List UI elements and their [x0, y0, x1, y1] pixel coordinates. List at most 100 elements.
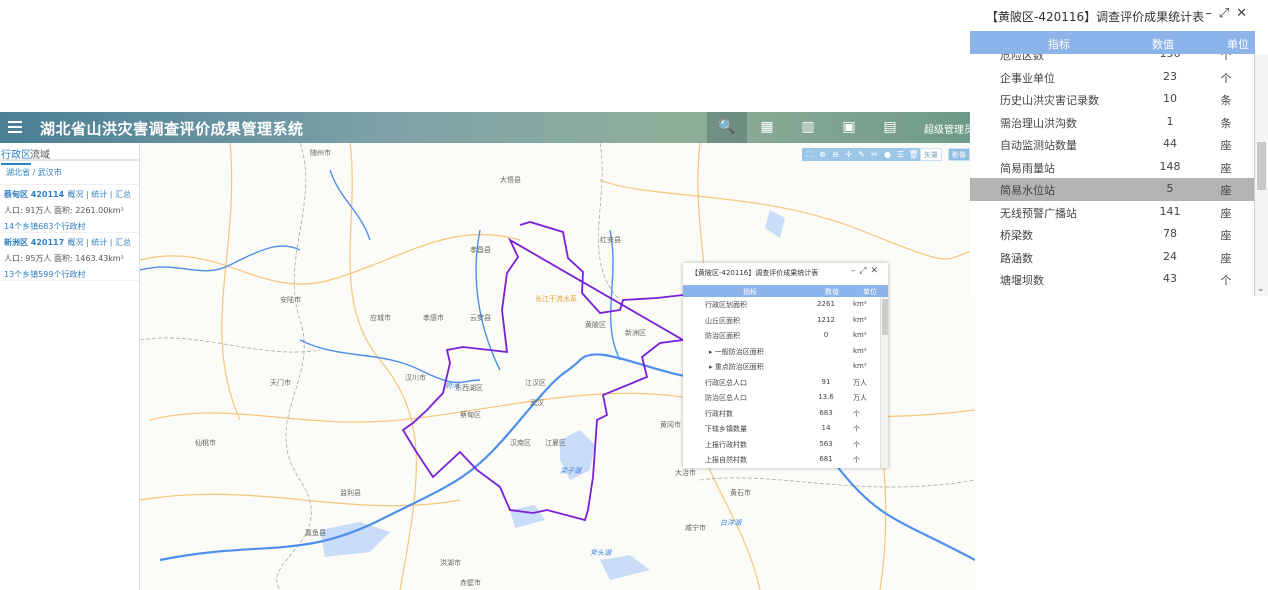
map-label: 梁子湖: [560, 467, 581, 475]
row-value: 1212: [817, 315, 835, 324]
map-label: 应城市: [370, 314, 391, 322]
table-row[interactable]: 简易水位站 5 座: [970, 178, 1255, 201]
row-value: 24: [1163, 249, 1177, 263]
image-layer-button[interactable]: 影像: [948, 148, 970, 161]
table-row[interactable]: 桥梁数 78 座: [970, 223, 1255, 246]
map-label: 斧头湖: [590, 549, 611, 557]
location-icon[interactable]: ●: [882, 150, 893, 159]
map-label: 咸宁市: [685, 524, 706, 532]
search-icon[interactable]: 🔍: [707, 112, 747, 143]
vector-layer-button[interactable]: 矢量: [920, 148, 942, 161]
table-row[interactable]: 行政区总人口 91 万人: [683, 375, 880, 391]
table-row[interactable]: 路涵数 24 座: [970, 246, 1255, 269]
region-links[interactable]: 概况 | 统计 | 汇总: [67, 189, 131, 200]
small-stats-popup: 【黄陂区-420116】调查评价成果统计表 –⤢✕ 指标 数值 单位 行政区划面…: [683, 263, 888, 468]
header-value: 数值: [825, 288, 839, 296]
map-label: 孝感市: [423, 314, 444, 322]
clear-icon[interactable]: 🗑: [908, 150, 919, 159]
row-indicator: 行政区划面积: [705, 301, 747, 309]
table-row[interactable]: 自动监测站数量 44 座: [970, 133, 1255, 156]
row-unit: 个: [853, 456, 860, 464]
tab-admin-region[interactable]: 行政区: [1, 146, 31, 165]
row-value: 10: [1163, 92, 1177, 105]
table-row[interactable]: 无线预警广播站 141 座: [970, 201, 1255, 224]
table-row[interactable]: 行政村数 683 个: [683, 406, 880, 422]
maximize-icon[interactable]: ⤢: [859, 266, 870, 276]
map-icon[interactable]: ▥: [788, 112, 828, 143]
close-icon[interactable]: ✕: [870, 266, 882, 276]
stats-panel: 【黄陂区-420116】调查评价成果统计表 –⤢✕ 危险区数156个企事业单位2…: [970, 0, 1268, 296]
popup-controls: –⤢✕: [851, 266, 882, 276]
user-menu[interactable]: 超级管理员: [924, 121, 974, 136]
zoom-out-icon[interactable]: ⊖: [830, 150, 841, 159]
table-row[interactable]: 企事业单位 23 个: [970, 66, 1255, 89]
table-row[interactable]: 历史山洪灾害记录数 10 条: [970, 88, 1255, 111]
row-value: 43: [1163, 272, 1177, 285]
row-unit: km²: [853, 362, 867, 370]
minimize-icon[interactable]: –: [1205, 6, 1219, 21]
row-unit: km²: [853, 315, 867, 324]
map-label: 嘉鱼县: [305, 529, 326, 537]
map-label: 黄石市: [730, 489, 751, 497]
app-title: 湖北省山洪灾害调查评价成果管理系统: [40, 120, 304, 138]
row-indicator: 历史山洪灾害记录数: [1000, 94, 1099, 107]
table-row[interactable]: 下辖乡镇数量 14 个: [683, 421, 880, 437]
popup-scrollbar[interactable]: [880, 297, 888, 468]
stats-scrollbar[interactable]: ⌄: [1254, 54, 1268, 296]
table-row[interactable]: ▸ 重点防治区面积 km²: [683, 359, 880, 375]
table-row[interactable]: ▸ 一般防治区面积 km²: [683, 344, 880, 360]
list-item[interactable]: 蔡甸区 420114 概况 | 统计 | 汇总 人口: 91万人 面积: 226…: [0, 185, 139, 233]
image-icon[interactable]: ▣: [829, 112, 869, 143]
table-row[interactable]: 简易雨量站 148 座: [970, 156, 1255, 179]
table-row[interactable]: 上报自然村数 681 个: [683, 452, 880, 468]
map-label: 武汉: [530, 399, 544, 407]
fullscreen-icon[interactable]: ⛶: [804, 150, 815, 160]
map-label: 江汉区: [525, 379, 546, 387]
menu-icon[interactable]: [8, 121, 22, 133]
zoom-in-icon[interactable]: ⊕: [817, 150, 828, 159]
map-toolbar: ⛶ ⊕ ⊖ ✛ ✎ ✂ ● ☰ 🗑: [802, 148, 927, 161]
table-row[interactable]: 塘堰坝数 43 个: [970, 268, 1255, 291]
row-unit: 个: [1220, 71, 1232, 85]
table-row[interactable]: 上报行政村数 563 个: [683, 437, 880, 453]
maximize-icon[interactable]: ⤢: [1219, 6, 1236, 21]
table-row[interactable]: 山丘区面积 1212 km²: [683, 313, 880, 329]
close-icon[interactable]: ✕: [1236, 6, 1254, 21]
map-label: 孝昌县: [470, 246, 491, 254]
list-item[interactable]: 新洲区 420117 概况 | 统计 | 汇总 人口: 95万人 面积: 146…: [0, 233, 139, 281]
row-unit: km²: [853, 300, 867, 308]
sidebar: 行政区 流域 湖北省 / 武汉市 蔡甸区 420114 概况 | 统计 | 汇总…: [0, 143, 140, 590]
map-label: 随州市: [310, 149, 331, 157]
row-value: 78: [1163, 227, 1177, 240]
minimize-icon[interactable]: –: [851, 266, 860, 276]
layers-icon[interactable]: ☰: [895, 150, 906, 159]
tab-basin[interactable]: 流域: [30, 146, 50, 161]
popup-table-body: 行政区划面积 2261 km² 山丘区面积 1212 km² 防治区面积 0 km² ▸ 一般防治…: [683, 297, 880, 468]
region-links[interactable]: 概况 | 统计 | 汇总: [67, 237, 131, 248]
map-label: 大悟县: [500, 176, 521, 184]
popup-title: 【黄陂区-420116】调查评价成果统计表: [691, 269, 819, 277]
row-indicator: ▸ 一般防治区面积: [709, 347, 764, 356]
scroll-down-icon[interactable]: ⌄: [1257, 284, 1265, 294]
clip-icon[interactable]: ✂: [869, 150, 880, 159]
row-unit: 座: [1220, 251, 1232, 265]
document-icon[interactable]: ▤: [870, 112, 910, 143]
measure-icon[interactable]: ✎: [856, 150, 867, 159]
table-row[interactable]: 行政区划面积 2261 km²: [683, 297, 880, 313]
row-value: 681: [819, 455, 833, 463]
row-indicator: 下辖乡镇数量: [705, 425, 747, 433]
pan-icon[interactable]: ✛: [843, 150, 854, 159]
row-indicator: 自动监测站数量: [1000, 139, 1077, 152]
region-info: 人口: 91万人 面积: 2261.00km²: [4, 206, 124, 215]
map-label: 新洲区: [625, 329, 646, 337]
table-icon[interactable]: ▦: [747, 112, 787, 143]
row-indicator: 行政区总人口: [705, 378, 747, 387]
row-value: 683: [819, 408, 833, 417]
table-row[interactable]: 防治区总人口 13.6 万人: [683, 390, 880, 406]
table-row[interactable]: 需治理山洪沟数 1 条: [970, 111, 1255, 134]
map-label: 赤壁市: [460, 579, 481, 587]
stats-panel-title: 【黄陂区-420116】调查评价成果统计表: [986, 10, 1205, 24]
header-indicator: 指标: [1048, 38, 1070, 51]
row-value: 1: [1166, 114, 1174, 128]
table-row[interactable]: 防治区面积 0 km²: [683, 328, 880, 344]
